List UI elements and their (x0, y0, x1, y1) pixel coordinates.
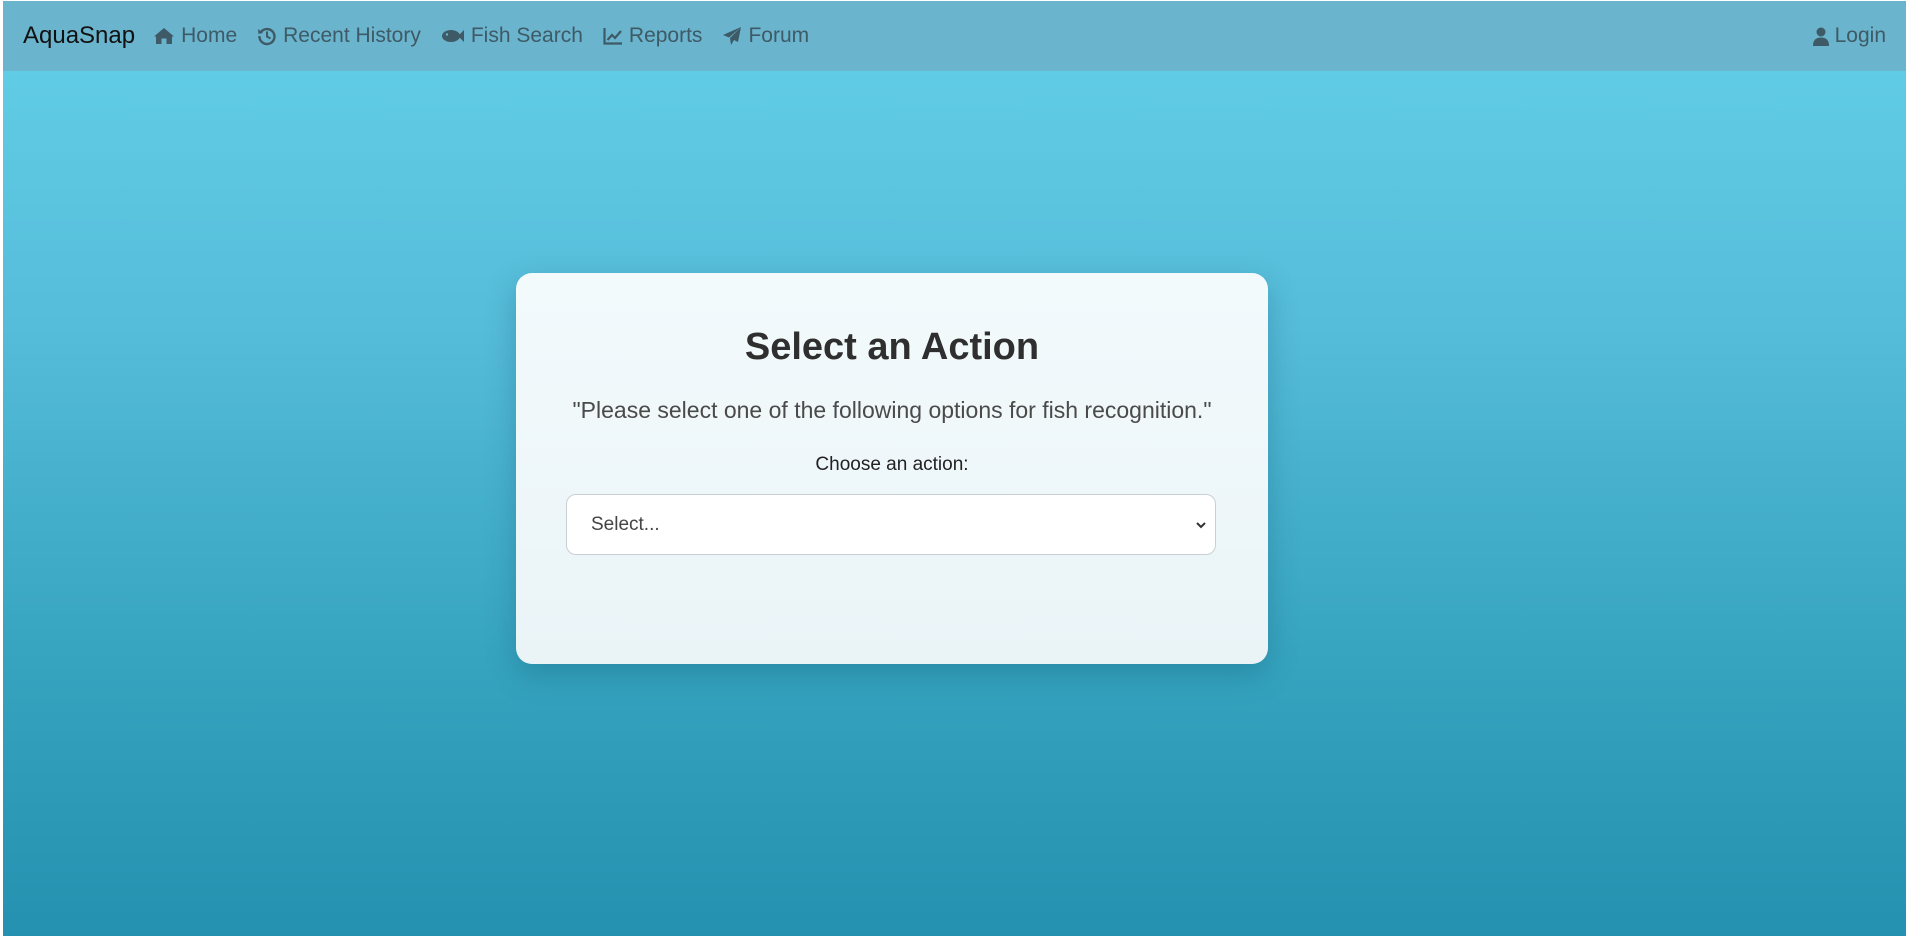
card-subtitle: "Please select one of the following opti… (572, 396, 1212, 423)
home-icon (153, 27, 175, 45)
action-card: Select an Action "Please select one of t… (516, 273, 1268, 664)
chevron-down-icon (1195, 517, 1207, 538)
fish-icon (441, 28, 465, 44)
card-title: Select an Action (744, 326, 1040, 368)
paper-plane-icon (722, 26, 742, 46)
nav-login-label: Login (1834, 24, 1886, 47)
nav-forum-label: Forum (748, 24, 810, 47)
nav-recent-history[interactable]: Recent History (257, 24, 421, 48)
nav-fish-search[interactable]: Fish Search (441, 24, 583, 48)
history-icon (257, 26, 277, 46)
brand-logo[interactable]: AquaSnap (23, 22, 135, 50)
nav-recent-history-label: Recent History (283, 24, 421, 47)
navbar: AquaSnap Home Recent History Fish Search… (3, 1, 1906, 71)
app-frame: AquaSnap Home Recent History Fish Search… (3, 1, 1906, 936)
action-select-label: Choose an action: (815, 453, 969, 475)
nav-login[interactable]: Login (1812, 24, 1886, 48)
nav-home[interactable]: Home (153, 24, 237, 48)
nav-home-label: Home (181, 24, 238, 47)
user-icon (1812, 27, 1829, 46)
action-select[interactable]: Select... (566, 494, 1216, 555)
nav-reports[interactable]: Reports (603, 24, 703, 48)
chart-line-icon (603, 27, 623, 45)
action-select-value: Select... (591, 513, 660, 535)
nav-forum[interactable]: Forum (722, 24, 809, 48)
nav-reports-label: Reports (628, 24, 703, 47)
nav-fish-search-label: Fish Search (470, 24, 583, 47)
navbar-right: Login (1812, 1, 1886, 71)
